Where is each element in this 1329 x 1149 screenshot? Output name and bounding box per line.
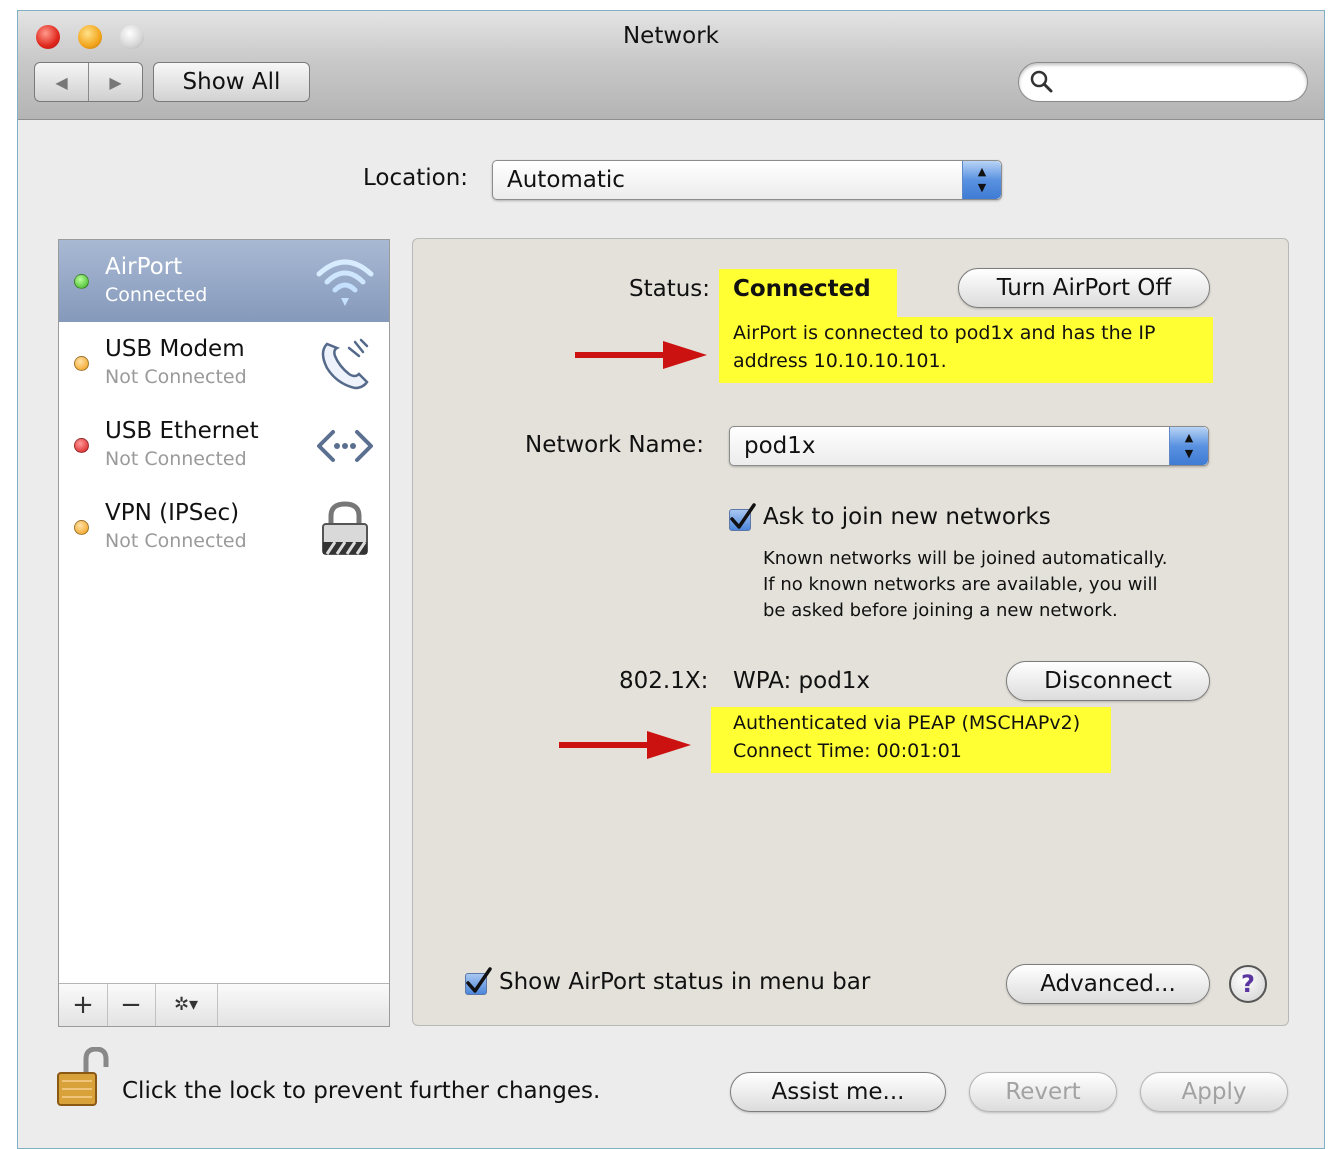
airport-detail-panel: Status: Connected Turn AirPort Off AirPo… bbox=[412, 238, 1289, 1026]
forward-button[interactable]: ▶ bbox=[88, 63, 142, 101]
status-value: Connected bbox=[733, 276, 871, 302]
connect-time: Connect Time: 00:01:01 bbox=[733, 740, 962, 762]
network-name-label: Network Name: bbox=[525, 432, 704, 458]
show-all-button[interactable]: Show All bbox=[153, 62, 310, 102]
dot1x-value: WPA: pod1x bbox=[733, 668, 871, 694]
status-label: Status: bbox=[629, 276, 711, 302]
network-name-value: pod1x bbox=[744, 433, 816, 459]
lock-open-icon[interactable] bbox=[56, 1047, 110, 1109]
lock-message: Click the lock to prevent further change… bbox=[122, 1078, 601, 1104]
show-status-checkbox[interactable] bbox=[465, 967, 492, 995]
service-status: Not Connected bbox=[105, 530, 247, 552]
service-name: AirPort bbox=[105, 254, 183, 280]
location-value: Automatic bbox=[507, 167, 625, 193]
service-name: VPN (IPSec) bbox=[105, 500, 240, 526]
title-bar: Network ◀ ▶ Show All bbox=[18, 11, 1324, 120]
search-input[interactable] bbox=[1061, 69, 1295, 97]
apply-button[interactable]: Apply bbox=[1140, 1072, 1288, 1112]
status-dot-green-icon bbox=[74, 274, 89, 289]
phone-icon bbox=[321, 338, 369, 390]
service-item-airport[interactable]: AirPort Connected bbox=[59, 240, 389, 322]
search-field[interactable] bbox=[1018, 62, 1308, 102]
popup-arrows-icon: ▲ ▼ bbox=[1169, 427, 1208, 465]
disconnect-button[interactable]: Disconnect bbox=[1006, 661, 1210, 701]
service-item-vpn-ipsec[interactable]: VPN (IPSec) Not Connected bbox=[59, 486, 389, 568]
add-service-button[interactable]: + bbox=[59, 984, 108, 1026]
remove-service-button[interactable]: − bbox=[107, 984, 156, 1026]
ask-join-help-line-2: If no known networks are available, you … bbox=[763, 574, 1158, 595]
red-arrow-icon bbox=[559, 731, 691, 759]
service-status: Connected bbox=[105, 284, 208, 306]
checkmark-icon bbox=[466, 967, 492, 993]
ask-join-label: Ask to join new networks bbox=[763, 504, 1051, 530]
lock-icon bbox=[322, 501, 368, 555]
network-preferences-window: Network ◀ ▶ Show All Location: Automatic… bbox=[17, 10, 1325, 1149]
service-name: USB Ethernet bbox=[105, 418, 259, 444]
back-button[interactable]: ◀ bbox=[35, 63, 88, 101]
service-item-usb-modem[interactable]: USB Modem Not Connected bbox=[59, 322, 389, 404]
auth-method: Authenticated via PEAP (MSCHAPv2) bbox=[733, 712, 1081, 734]
location-label: Location: bbox=[363, 165, 469, 191]
back-forward-control: ◀ ▶ bbox=[34, 62, 143, 102]
ask-join-help-line-3: be asked before joining a new network. bbox=[763, 600, 1118, 621]
red-arrow-icon bbox=[575, 341, 707, 369]
status-description-line-2: address 10.10.10.101. bbox=[733, 350, 947, 372]
status-dot-orange-icon bbox=[74, 520, 89, 535]
revert-button[interactable]: Revert bbox=[969, 1072, 1117, 1112]
action-menu-button[interactable]: ✲▾ bbox=[155, 984, 218, 1026]
service-status: Not Connected bbox=[105, 366, 247, 388]
show-status-label: Show AirPort status in menu bar bbox=[499, 969, 871, 995]
help-button[interactable]: ? bbox=[1229, 965, 1267, 1003]
assist-me-button[interactable]: Assist me... bbox=[730, 1072, 946, 1112]
location-select[interactable]: Automatic ▲ ▼ bbox=[492, 160, 1002, 200]
network-name-select[interactable]: pod1x ▲ ▼ bbox=[729, 426, 1209, 466]
wifi-icon bbox=[316, 259, 374, 306]
advanced-button[interactable]: Advanced... bbox=[1006, 964, 1210, 1004]
status-dot-red-icon bbox=[74, 438, 89, 453]
search-icon bbox=[1030, 70, 1053, 93]
ethernet-icon bbox=[317, 430, 373, 462]
service-item-usb-ethernet[interactable]: USB Ethernet Not Connected bbox=[59, 404, 389, 486]
ask-join-help-line-1: Known networks will be joined automatica… bbox=[763, 548, 1168, 569]
service-name: USB Modem bbox=[105, 336, 245, 362]
service-list: AirPort Connected USB Modem Not Connecte… bbox=[58, 239, 390, 1027]
service-list-toolbar: + − ✲▾ bbox=[59, 983, 389, 1026]
status-dot-orange-icon bbox=[74, 356, 89, 371]
popup-arrows-icon: ▲ ▼ bbox=[962, 161, 1001, 199]
checkmark-icon bbox=[730, 503, 756, 529]
turn-airport-off-button[interactable]: Turn AirPort Off bbox=[958, 268, 1210, 308]
status-description-line-1: AirPort is connected to pod1x and has th… bbox=[733, 322, 1156, 344]
ask-join-checkbox[interactable] bbox=[729, 503, 756, 531]
window-title: Network bbox=[622, 23, 720, 49]
dot1x-label: 802.1X: bbox=[619, 668, 709, 694]
service-status: Not Connected bbox=[105, 448, 247, 470]
